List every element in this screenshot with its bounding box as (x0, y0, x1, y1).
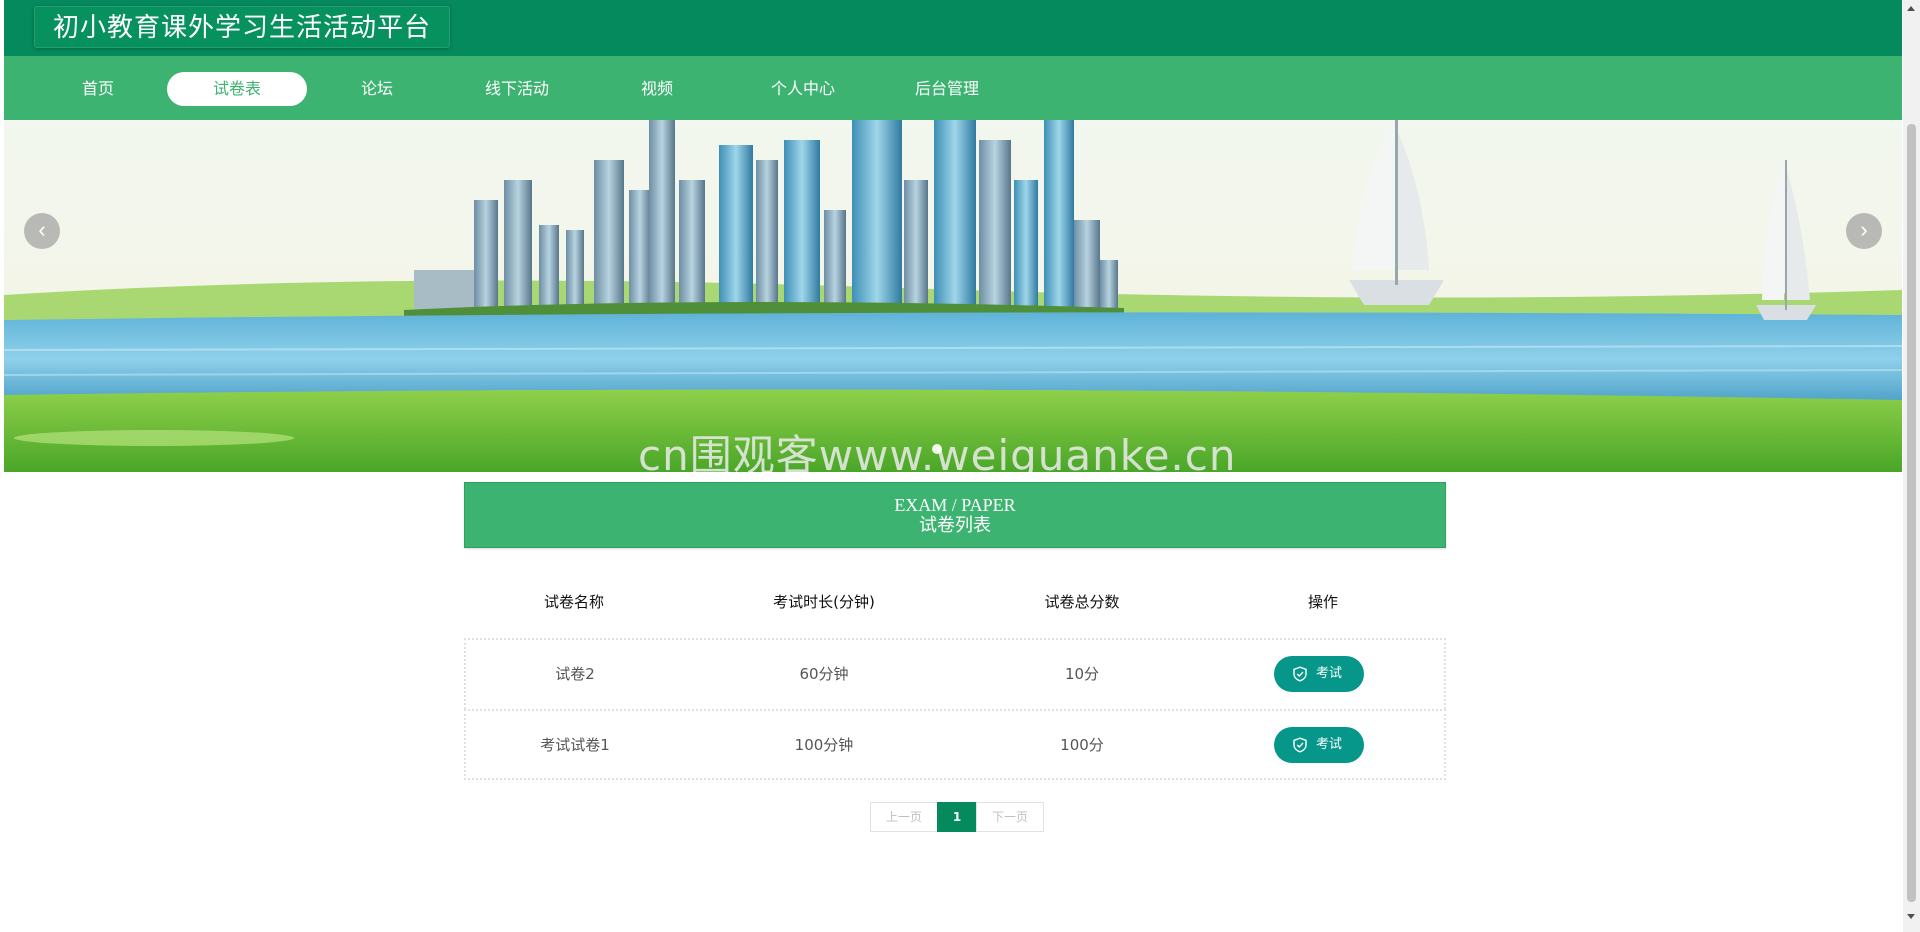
shield-check-icon (1293, 666, 1307, 682)
column-header-total-score: 试卷总分数 (1044, 593, 1120, 611)
pagination-prev-button[interactable]: 上一页 (870, 802, 938, 832)
paper-name-cell: 试卷2 (555, 665, 595, 683)
carousel-next-button[interactable]: › (1846, 213, 1882, 249)
section-title-zh: 试卷列表 (919, 515, 991, 536)
column-header-duration: 考试时长(分钟) (773, 593, 875, 611)
take-exam-label: 考试 (1316, 737, 1343, 752)
scroll-up-arrow-icon[interactable] (1907, 6, 1915, 11)
carousel-prev-button[interactable]: ‹ (24, 213, 60, 249)
column-header-paper-name: 试卷名称 (543, 593, 604, 611)
page-scrollbar[interactable] (1903, 0, 1920, 932)
nav-item-videos[interactable]: 视频 (587, 72, 727, 106)
shield-check-icon (1293, 737, 1307, 753)
pagination-page-1[interactable]: 1 (937, 802, 977, 832)
paper-name-cell: 考试试卷1 (540, 736, 610, 754)
nav-item-forum[interactable]: 论坛 (307, 72, 447, 106)
banner-image (4, 120, 1902, 472)
nav-item-personal-center[interactable]: 个人中心 (733, 72, 873, 106)
carousel-indicator-dot[interactable] (932, 444, 942, 454)
duration-cell: 100分钟 (794, 736, 854, 754)
scroll-down-arrow-icon[interactable] (1907, 914, 1915, 919)
main-nav: 首页 试卷表 论坛 线下活动 视频 个人中心 后台管理 (4, 56, 1902, 120)
score-cell: 10分 (1064, 665, 1100, 683)
nav-item-home[interactable]: 首页 (28, 72, 168, 106)
banner-carousel: ‹ › cn围观客www.weiguanke.cn (4, 120, 1902, 472)
section-title-en: EXAM / PAPER (894, 495, 1016, 515)
page-frame: 初小教育课外学习生活活动平台 首页 试卷表 论坛 线下活动 视频 个人中心 后台… (4, 0, 1902, 932)
table-row: 试卷2 60分钟 10分 考试 (464, 638, 1446, 709)
score-cell: 100分 (1060, 736, 1104, 754)
duration-cell: 60分钟 (799, 665, 849, 683)
scrollbar-thumb[interactable] (1907, 124, 1916, 902)
take-exam-label: 考试 (1316, 666, 1343, 681)
nav-item-admin[interactable]: 后台管理 (877, 72, 1017, 106)
chevron-right-icon: › (1860, 217, 1868, 242)
chevron-left-icon: ‹ (38, 217, 46, 242)
exam-paper-table: 试卷名称 考试时长(分钟) 试卷总分数 操作 试卷2 60分钟 10分 考试 考… (464, 574, 1446, 780)
section-title-box: EXAM / PAPER 试卷列表 (464, 482, 1446, 548)
table-row: 考试试卷1 100分钟 100分 考试 (464, 709, 1446, 780)
column-header-action: 操作 (1307, 593, 1338, 611)
top-header: 初小教育课外学习生活活动平台 (4, 0, 1902, 56)
take-exam-button[interactable]: 考试 (1274, 656, 1364, 692)
nav-item-offline-activities[interactable]: 线下活动 (447, 72, 587, 106)
table-header: 试卷名称 考试时长(分钟) 试卷总分数 操作 (464, 574, 1446, 638)
pagination-next-button[interactable]: 下一页 (976, 802, 1044, 832)
nav-item-exam-papers[interactable]: 试卷表 (167, 72, 307, 106)
take-exam-button[interactable]: 考试 (1274, 727, 1364, 763)
site-title[interactable]: 初小教育课外学习生活活动平台 (34, 6, 451, 48)
